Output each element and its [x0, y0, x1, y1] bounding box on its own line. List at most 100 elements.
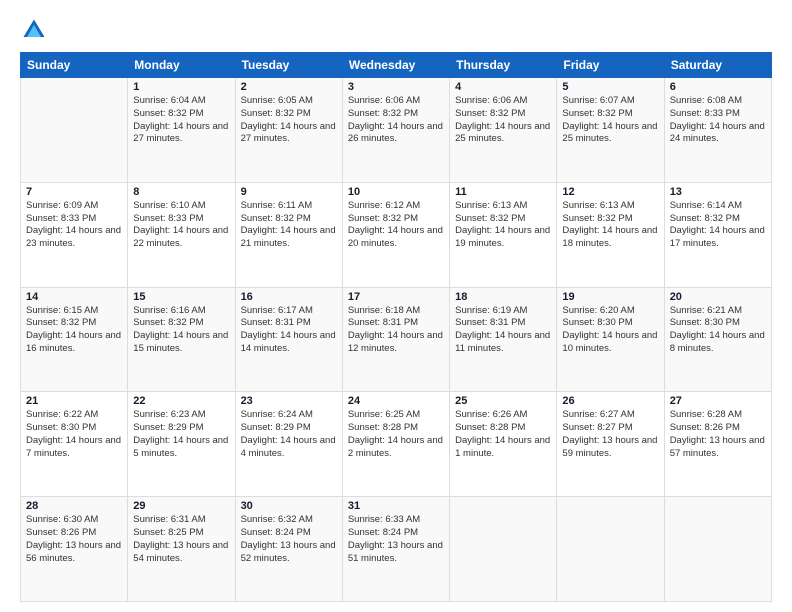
calendar-cell: 30 Sunrise: 6:32 AMSunset: 8:24 PMDayligh…	[235, 497, 342, 602]
logo	[20, 16, 52, 44]
weekday-header-friday: Friday	[557, 53, 664, 78]
calendar-cell: 2 Sunrise: 6:05 AMSunset: 8:32 PMDaylight…	[235, 78, 342, 183]
day-number: 24	[348, 395, 444, 407]
day-number: 17	[348, 291, 444, 303]
day-info: Sunrise: 6:08 AMSunset: 8:33 PMDaylight:…	[670, 95, 766, 146]
day-info: Sunrise: 6:18 AMSunset: 8:31 PMDaylight:…	[348, 305, 444, 356]
calendar-cell: 8Sunrise: 6:10 AMSunset: 8:33 PMDaylight…	[128, 182, 235, 287]
day-info: Sunrise: 6:21 AMSunset: 8:30 PMDaylight:…	[670, 305, 766, 356]
calendar-cell: 22 Sunrise: 6:23 AMSunset: 8:29 PMDayligh…	[128, 392, 235, 497]
day-number: 2	[241, 81, 337, 93]
calendar-cell: 23 Sunrise: 6:24 AMSunset: 8:29 PMDayligh…	[235, 392, 342, 497]
weekday-header-saturday: Saturday	[664, 53, 771, 78]
calendar-cell: 13 Sunrise: 6:14 AMSunset: 8:32 PMDayligh…	[664, 182, 771, 287]
calendar-cell: 31 Sunrise: 6:33 AMSunset: 8:24 PMDayligh…	[342, 497, 449, 602]
day-number: 21	[26, 395, 122, 407]
weekday-header-tuesday: Tuesday	[235, 53, 342, 78]
day-number: 30	[241, 500, 337, 512]
calendar-week-row: 28 Sunrise: 6:30 AMSunset: 8:26 PMDayligh…	[21, 497, 772, 602]
calendar-cell: 11 Sunrise: 6:13 AMSunset: 8:32 PMDayligh…	[450, 182, 557, 287]
weekday-header-monday: Monday	[128, 53, 235, 78]
day-number: 26	[562, 395, 658, 407]
day-number: 27	[670, 395, 766, 407]
calendar-cell: 1 Sunrise: 6:04 AMSunset: 8:32 PMDaylight…	[128, 78, 235, 183]
day-number: 25	[455, 395, 551, 407]
day-number: 9	[241, 186, 337, 198]
day-number: 12	[562, 186, 658, 198]
day-info: Sunrise: 6:20 AMSunset: 8:30 PMDaylight:…	[562, 305, 658, 356]
calendar-cell: 3 Sunrise: 6:06 AMSunset: 8:32 PMDaylight…	[342, 78, 449, 183]
calendar-cell	[664, 497, 771, 602]
calendar-cell: 5 Sunrise: 6:07 AMSunset: 8:32 PMDaylight…	[557, 78, 664, 183]
calendar-cell: 10 Sunrise: 6:12 AMSunset: 8:32 PMDayligh…	[342, 182, 449, 287]
day-number: 16	[241, 291, 337, 303]
page: SundayMondayTuesdayWednesdayThursdayFrid…	[0, 0, 792, 612]
day-info: Sunrise: 6:13 AMSunset: 8:32 PMDaylight:…	[562, 200, 658, 251]
calendar-cell: 9Sunrise: 6:11 AMSunset: 8:32 PMDaylight…	[235, 182, 342, 287]
calendar-cell: 15 Sunrise: 6:16 AMSunset: 8:32 PMDayligh…	[128, 287, 235, 392]
day-info: Sunrise: 6:12 AMSunset: 8:32 PMDaylight:…	[348, 200, 444, 251]
day-info: Sunrise: 6:15 AMSunset: 8:32 PMDaylight:…	[26, 305, 122, 356]
weekday-header-wednesday: Wednesday	[342, 53, 449, 78]
calendar-cell: 24 Sunrise: 6:25 AMSunset: 8:28 PMDayligh…	[342, 392, 449, 497]
day-info: Sunrise: 6:33 AMSunset: 8:24 PMDaylight:…	[348, 514, 444, 565]
day-info: Sunrise: 6:05 AMSunset: 8:32 PMDaylight:…	[241, 95, 337, 146]
day-info: Sunrise: 6:30 AMSunset: 8:26 PMDaylight:…	[26, 514, 122, 565]
calendar-week-row: 1 Sunrise: 6:04 AMSunset: 8:32 PMDaylight…	[21, 78, 772, 183]
calendar-cell: 14 Sunrise: 6:15 AMSunset: 8:32 PMDayligh…	[21, 287, 128, 392]
calendar-cell: 25 Sunrise: 6:26 AMSunset: 8:28 PMDayligh…	[450, 392, 557, 497]
calendar-cell: 18Sunrise: 6:19 AMSunset: 8:31 PMDayligh…	[450, 287, 557, 392]
calendar-cell: 17 Sunrise: 6:18 AMSunset: 8:31 PMDayligh…	[342, 287, 449, 392]
day-info: Sunrise: 6:32 AMSunset: 8:24 PMDaylight:…	[241, 514, 337, 565]
day-number: 14	[26, 291, 122, 303]
day-info: Sunrise: 6:25 AMSunset: 8:28 PMDaylight:…	[348, 409, 444, 460]
day-number: 4	[455, 81, 551, 93]
weekday-header-sunday: Sunday	[21, 53, 128, 78]
calendar-cell: 28 Sunrise: 6:30 AMSunset: 8:26 PMDayligh…	[21, 497, 128, 602]
calendar-cell: 16Sunrise: 6:17 AMSunset: 8:31 PMDayligh…	[235, 287, 342, 392]
day-info: Sunrise: 6:28 AMSunset: 8:26 PMDaylight:…	[670, 409, 766, 460]
day-info: Sunrise: 6:06 AMSunset: 8:32 PMDaylight:…	[455, 95, 551, 146]
logo-icon	[20, 16, 48, 44]
day-number: 1	[133, 81, 229, 93]
day-info: Sunrise: 6:24 AMSunset: 8:29 PMDaylight:…	[241, 409, 337, 460]
calendar-cell: 6 Sunrise: 6:08 AMSunset: 8:33 PMDaylight…	[664, 78, 771, 183]
day-info: Sunrise: 6:19 AMSunset: 8:31 PMDaylight:…	[455, 305, 551, 356]
day-info: Sunrise: 6:13 AMSunset: 8:32 PMDaylight:…	[455, 200, 551, 251]
day-info: Sunrise: 6:27 AMSunset: 8:27 PMDaylight:…	[562, 409, 658, 460]
day-info: Sunrise: 6:09 AMSunset: 8:33 PMDaylight:…	[26, 200, 122, 251]
day-info: Sunrise: 6:31 AMSunset: 8:25 PMDaylight:…	[133, 514, 229, 565]
day-info: Sunrise: 6:23 AMSunset: 8:29 PMDaylight:…	[133, 409, 229, 460]
day-info: Sunrise: 6:26 AMSunset: 8:28 PMDaylight:…	[455, 409, 551, 460]
calendar-cell: 21Sunrise: 6:22 AMSunset: 8:30 PMDayligh…	[21, 392, 128, 497]
day-number: 10	[348, 186, 444, 198]
calendar-cell	[21, 78, 128, 183]
day-info: Sunrise: 6:10 AMSunset: 8:33 PMDaylight:…	[133, 200, 229, 251]
calendar-cell: 20 Sunrise: 6:21 AMSunset: 8:30 PMDayligh…	[664, 287, 771, 392]
day-number: 23	[241, 395, 337, 407]
day-number: 29	[133, 500, 229, 512]
header	[20, 16, 772, 44]
calendar-cell: 12 Sunrise: 6:13 AMSunset: 8:32 PMDayligh…	[557, 182, 664, 287]
day-number: 13	[670, 186, 766, 198]
day-number: 15	[133, 291, 229, 303]
day-number: 19	[562, 291, 658, 303]
weekday-header-thursday: Thursday	[450, 53, 557, 78]
calendar-cell: 7Sunrise: 6:09 AMSunset: 8:33 PMDaylight…	[21, 182, 128, 287]
day-info: Sunrise: 6:14 AMSunset: 8:32 PMDaylight:…	[670, 200, 766, 251]
day-number: 6	[670, 81, 766, 93]
calendar-week-row: 7Sunrise: 6:09 AMSunset: 8:33 PMDaylight…	[21, 182, 772, 287]
day-info: Sunrise: 6:07 AMSunset: 8:32 PMDaylight:…	[562, 95, 658, 146]
calendar-cell: 4 Sunrise: 6:06 AMSunset: 8:32 PMDaylight…	[450, 78, 557, 183]
day-number: 22	[133, 395, 229, 407]
day-number: 31	[348, 500, 444, 512]
day-info: Sunrise: 6:04 AMSunset: 8:32 PMDaylight:…	[133, 95, 229, 146]
day-info: Sunrise: 6:06 AMSunset: 8:32 PMDaylight:…	[348, 95, 444, 146]
day-number: 3	[348, 81, 444, 93]
day-number: 11	[455, 186, 551, 198]
day-number: 5	[562, 81, 658, 93]
day-number: 20	[670, 291, 766, 303]
calendar-cell	[450, 497, 557, 602]
day-number: 28	[26, 500, 122, 512]
day-info: Sunrise: 6:16 AMSunset: 8:32 PMDaylight:…	[133, 305, 229, 356]
